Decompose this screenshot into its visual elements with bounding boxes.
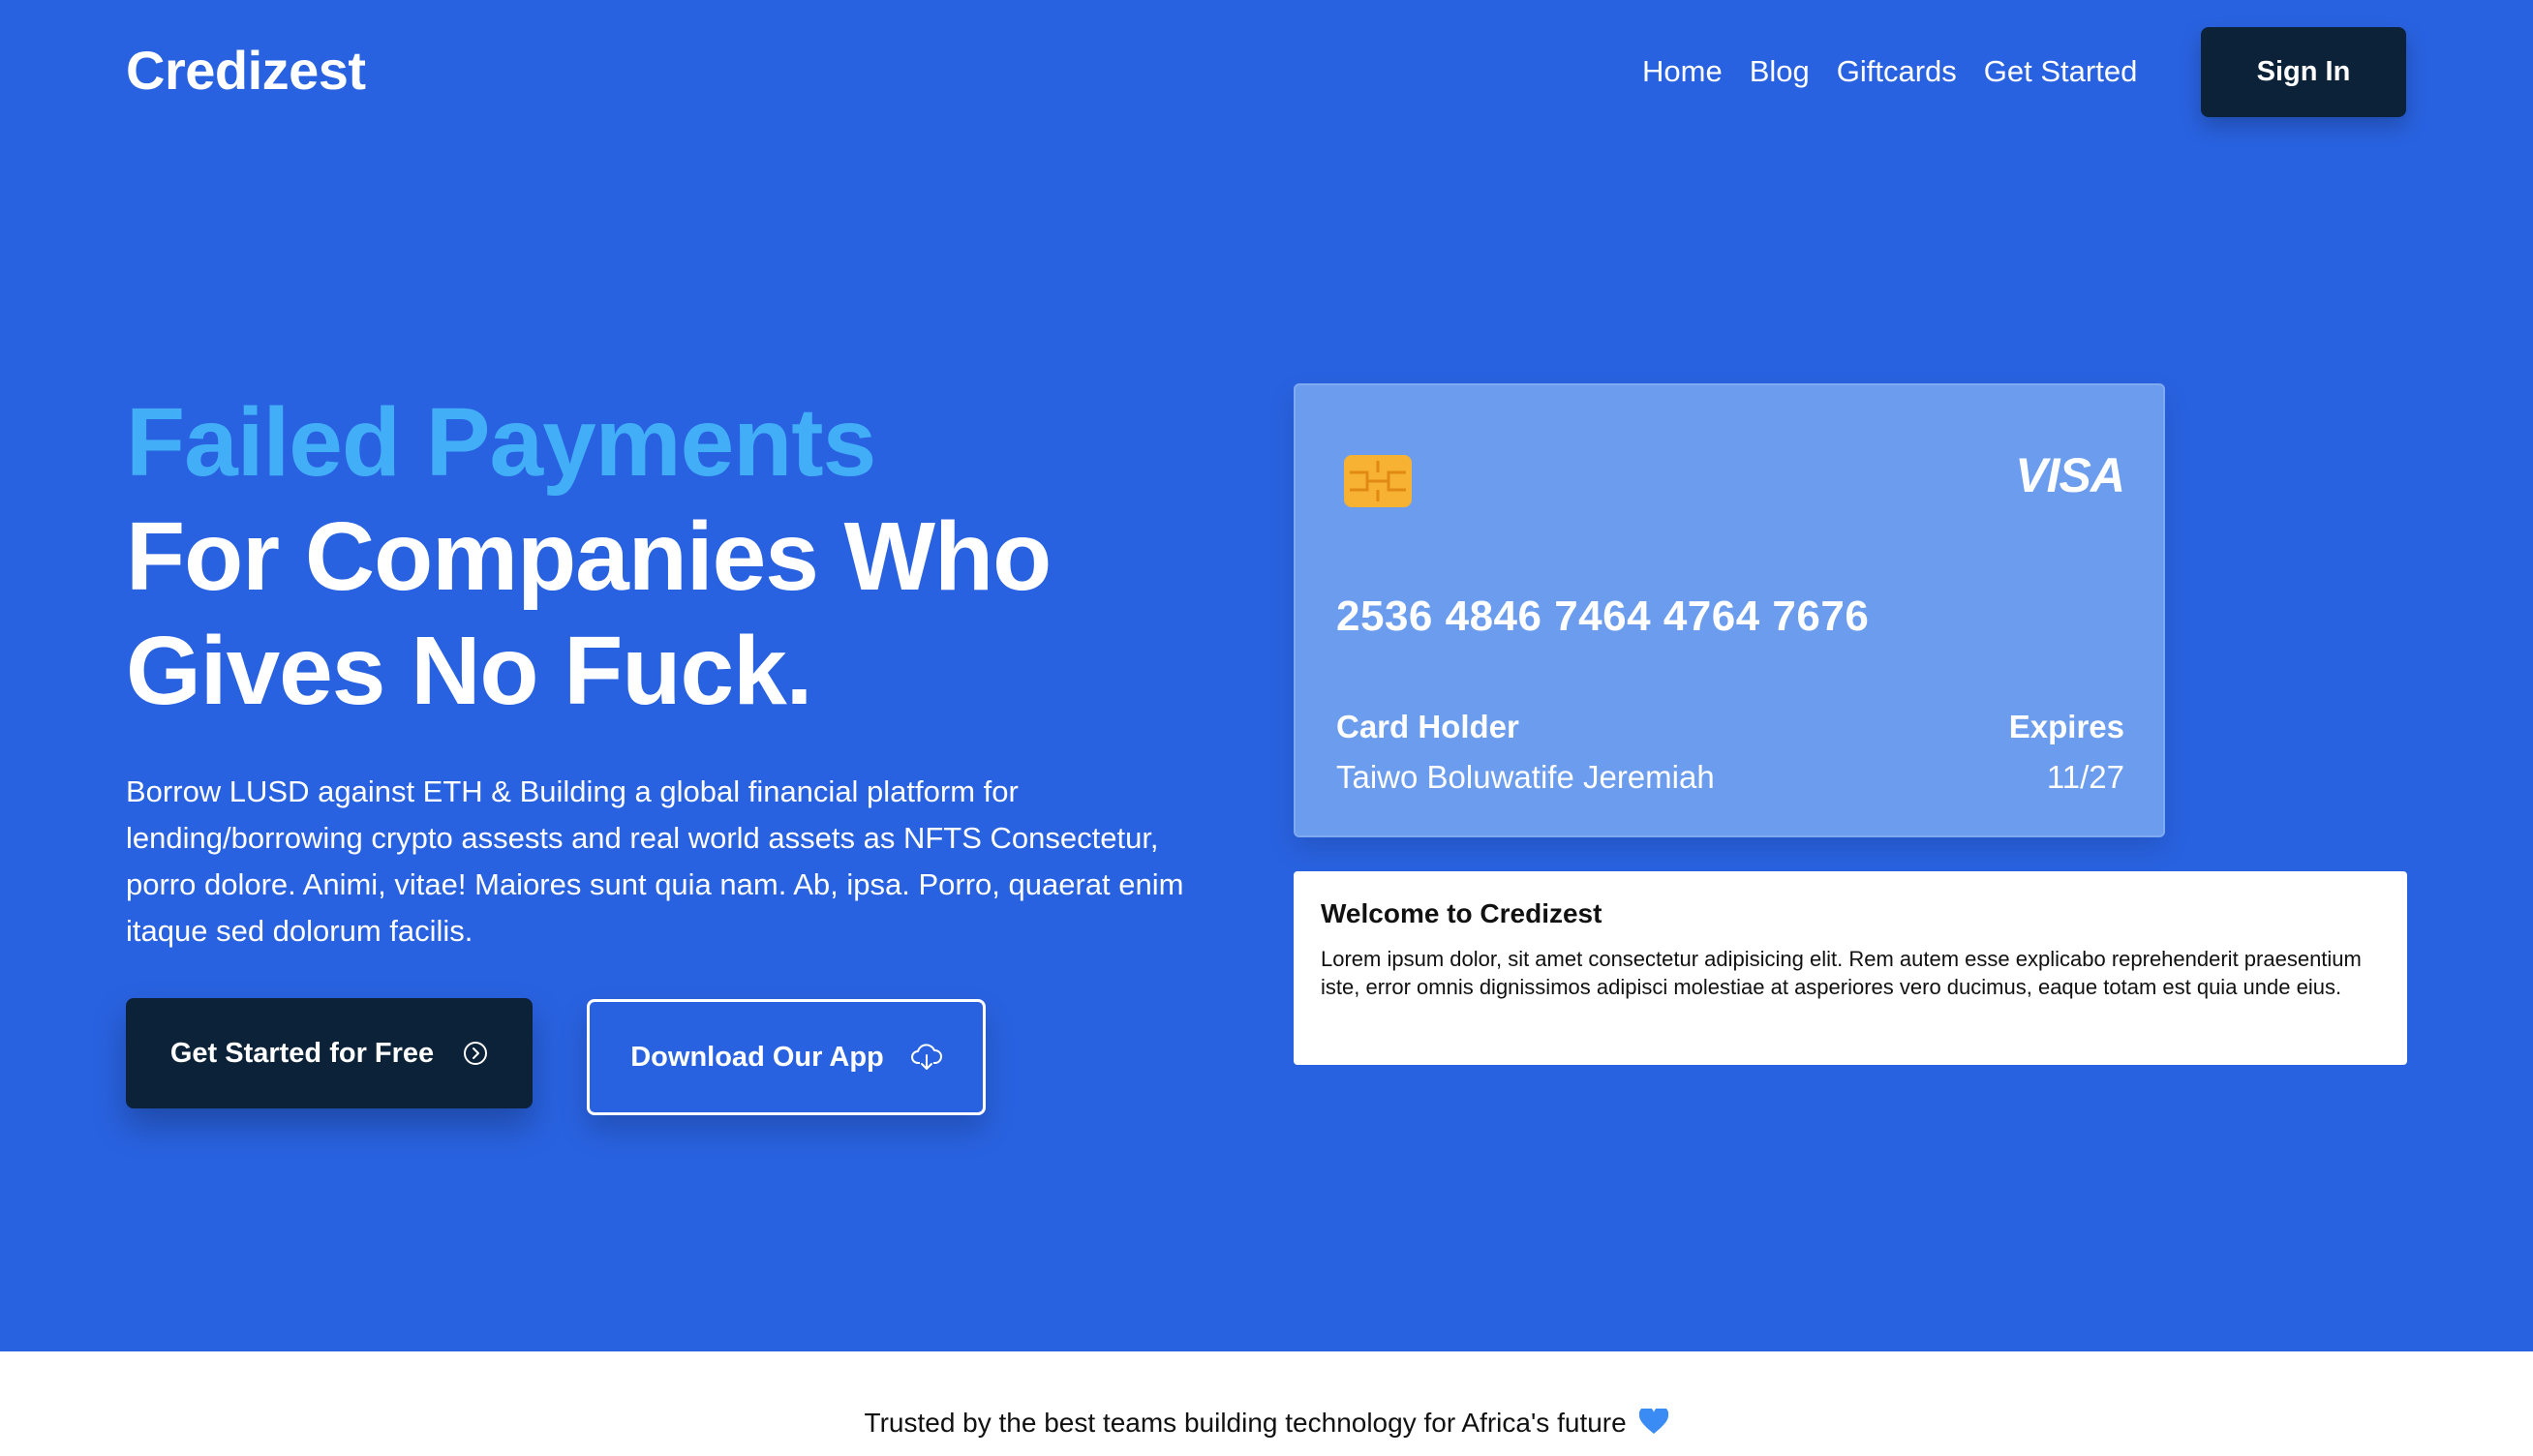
credit-card: VISA 2536 4846 7464 4764 7676 Card Holde…	[1294, 383, 2165, 837]
visa-logo: VISA	[2015, 448, 2125, 502]
nav-item-blog[interactable]: Blog	[1750, 54, 1810, 89]
cloud-download-icon	[910, 1043, 942, 1072]
trusted-text: Trusted by the best teams building techn…	[864, 1408, 1627, 1438]
card-holder-name: Taiwo Boluwatife Jeremiah	[1336, 759, 1715, 795]
card-expires-label: Expires	[2008, 709, 2124, 744]
trusted-banner: Trusted by the best teams building techn…	[0, 1406, 2533, 1441]
sign-in-button[interactable]: Sign In	[2201, 27, 2406, 117]
get-started-free-button[interactable]: Get Started for Free	[126, 998, 533, 1108]
get-started-free-label: Get Started for Free	[169, 1037, 435, 1069]
welcome-box: Welcome to Credizest Lorem ipsum dolor, …	[1294, 871, 2407, 1065]
download-app-button[interactable]: Download Our App	[587, 999, 986, 1115]
card-holder-label: Card Holder	[1336, 709, 1519, 744]
hero-headline: Failed Payments For Companies Who Gives …	[126, 385, 1239, 728]
headline-accent: Failed Payments	[126, 388, 876, 497]
card-number: 2536 4846 7464 4764 7676	[1336, 592, 1870, 640]
blue-heart-icon	[1639, 1406, 1669, 1441]
headline-line-2: For Companies Who	[126, 502, 1052, 611]
download-app-label: Download Our App	[630, 1041, 884, 1073]
nav-item-get-started[interactable]: Get Started	[1984, 54, 2138, 89]
main-nav: Home Blog Giftcards Get Started	[1642, 54, 2137, 89]
nav-item-home[interactable]: Home	[1642, 54, 1723, 89]
nav-item-giftcards[interactable]: Giftcards	[1837, 54, 1957, 89]
arrow-circle-right-icon	[463, 1041, 488, 1066]
welcome-title: Welcome to Credizest	[1321, 898, 1602, 928]
logo[interactable]: Credizest	[126, 39, 366, 102]
card-expires-value: 11/27	[2046, 759, 2124, 795]
hero-description: Borrow LUSD against ETH & Building a glo…	[126, 774, 1184, 948]
headline-line-3: Gives No Fuck.	[126, 617, 812, 725]
welcome-text: Lorem ipsum dolor, sit amet consectetur …	[1321, 947, 2362, 999]
hero-section: Credizest Home Blog Giftcards Get Starte…	[0, 0, 2533, 1351]
card-chip-icon	[1344, 455, 1412, 512]
